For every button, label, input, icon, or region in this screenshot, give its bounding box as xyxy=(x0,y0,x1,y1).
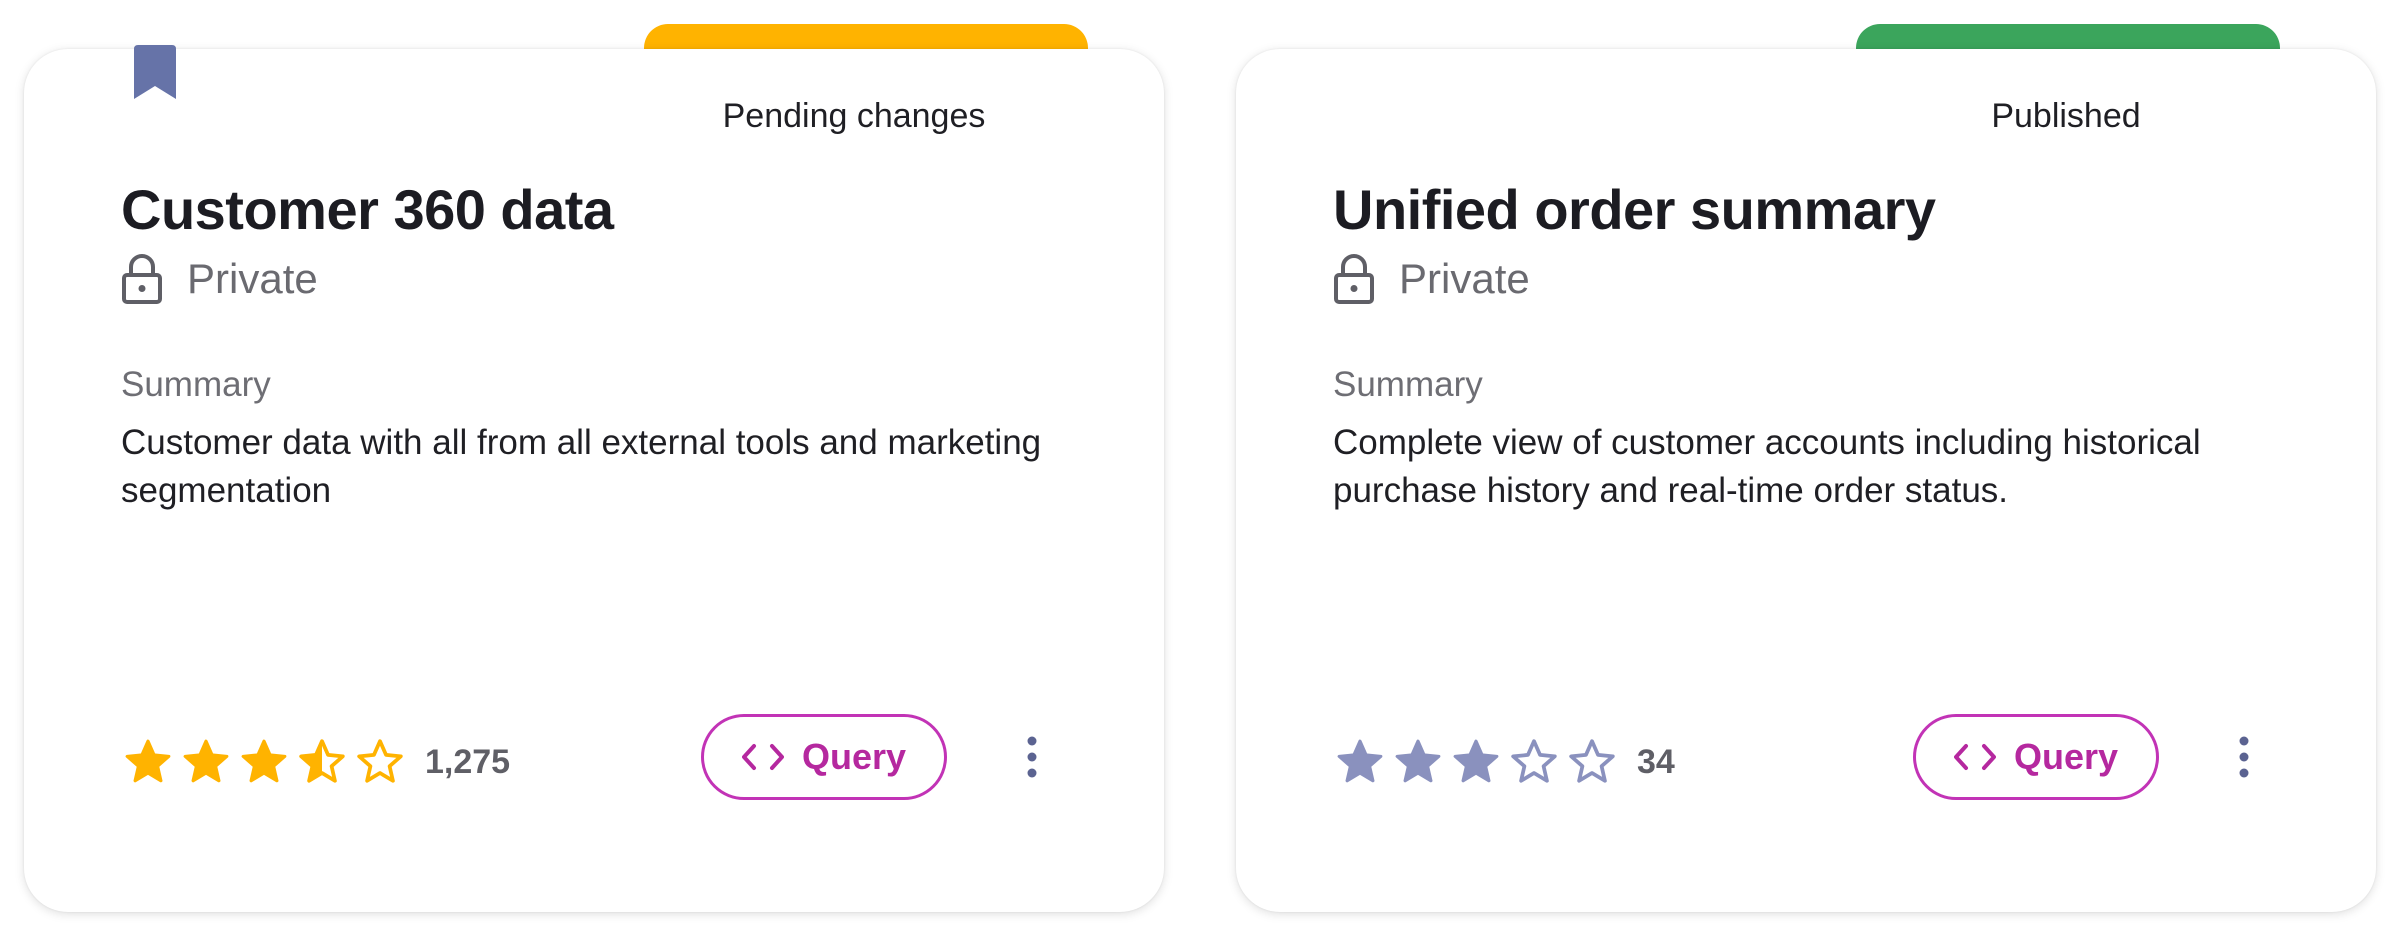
rating-stars[interactable]: 1,275 xyxy=(123,737,510,787)
star-full-icon[interactable] xyxy=(1335,737,1385,787)
star-full-icon[interactable] xyxy=(181,737,231,787)
rating-count: 1,275 xyxy=(425,742,511,781)
star-full-icon[interactable] xyxy=(1393,737,1443,787)
status-label: Pending changes xyxy=(722,97,986,135)
summary-label: Summary xyxy=(1333,365,1483,404)
query-button-label: Query xyxy=(801,736,907,777)
summary-text: Complete view of customer accounts inclu… xyxy=(1333,423,2201,510)
code-icon xyxy=(741,744,784,770)
star-full-icon[interactable] xyxy=(239,737,289,787)
rating-count: 34 xyxy=(1637,742,1675,781)
visibility-label: Private xyxy=(1399,255,1530,302)
visibility-label: Private xyxy=(187,255,318,302)
star-full-icon[interactable] xyxy=(123,737,173,787)
visibility-row: Private xyxy=(1333,251,1530,307)
lock-icon xyxy=(1334,254,1374,304)
bookmark-icon[interactable] xyxy=(134,45,176,99)
summary-label: Summary xyxy=(121,365,271,404)
star-empty-icon[interactable] xyxy=(1567,737,1617,787)
dataset-card[interactable]: Pending changes Customer 360 data Privat… xyxy=(24,24,1164,912)
star-empty-icon[interactable] xyxy=(1509,737,1559,787)
star-empty-icon[interactable] xyxy=(355,737,405,787)
summary-text: Customer data with all from all external… xyxy=(121,423,1042,510)
visibility-row: Private xyxy=(121,251,318,307)
query-button[interactable]: Query xyxy=(1913,714,2159,800)
card-body: Published Unified order summary Private … xyxy=(1236,49,2376,912)
lock-icon xyxy=(122,254,162,304)
more-vertical-icon[interactable] xyxy=(1020,732,1044,782)
query-button-label: Query xyxy=(2013,736,2119,777)
card-title[interactable]: Unified order summary xyxy=(1333,177,1936,242)
more-vertical-icon[interactable] xyxy=(2232,732,2256,782)
status-label: Published xyxy=(1991,97,2141,135)
rating-stars[interactable]: 34 xyxy=(1335,737,1675,787)
dataset-card[interactable]: Published Unified order summary Private … xyxy=(1236,24,2376,912)
query-button[interactable]: Query xyxy=(701,714,947,800)
code-icon xyxy=(1953,744,1996,770)
card-title[interactable]: Customer 360 data xyxy=(121,177,614,242)
card-body: Pending changes Customer 360 data Privat… xyxy=(24,45,1164,912)
star-half-icon[interactable] xyxy=(297,737,347,787)
star-full-icon[interactable] xyxy=(1451,737,1501,787)
